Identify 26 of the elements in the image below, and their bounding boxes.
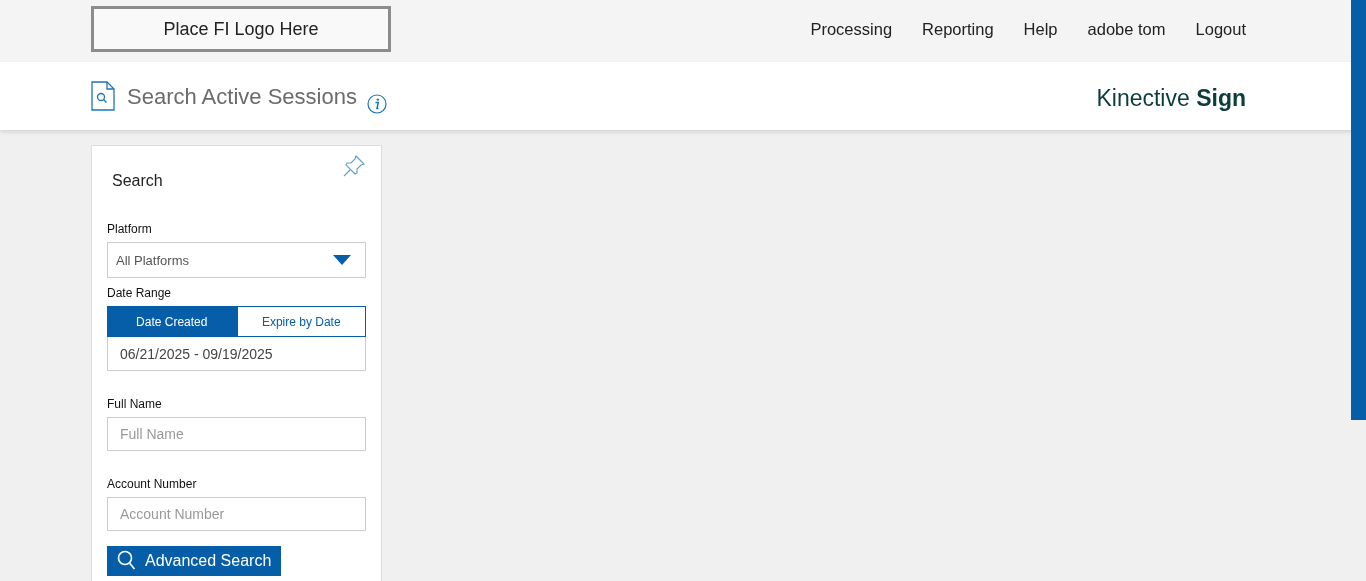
page-title: Search Active Sessions bbox=[127, 84, 357, 110]
brand-name: Kinective Sign bbox=[1096, 84, 1246, 112]
account-number-field[interactable]: Account Number bbox=[107, 497, 366, 531]
logo: Place FI Logo Here bbox=[91, 6, 391, 52]
field-label: Platform bbox=[107, 222, 153, 236]
info-icon[interactable] bbox=[366, 94, 387, 114]
nav-link[interactable]: Logout bbox=[1195, 19, 1246, 39]
nav-link[interactable]: Help bbox=[1023, 19, 1058, 39]
nav-link[interactable]: Processing bbox=[810, 19, 893, 39]
scrollbar[interactable] bbox=[1351, 0, 1366, 420]
full-name-field[interactable]: Full Name bbox=[107, 417, 366, 451]
pin-icon[interactable] bbox=[342, 154, 366, 178]
advanced-search-button[interactable]: Advanced Search bbox=[107, 546, 282, 576]
date-tab[interactable]: Date Created bbox=[107, 306, 237, 337]
platform-dropdown[interactable]: All Platforms bbox=[107, 242, 366, 278]
document-search-icon bbox=[91, 81, 115, 111]
panel-title: Search bbox=[112, 172, 163, 190]
caret-icon bbox=[333, 255, 351, 265]
date-tab[interactable]: Expire by Date bbox=[236, 306, 366, 337]
field-label: Date Range bbox=[107, 286, 173, 300]
field-label: Account Number bbox=[107, 477, 198, 491]
date-range-field[interactable]: 06/21/2025 - 09/19/2025 bbox=[107, 337, 366, 371]
nav-link[interactable]: adobe tom bbox=[1087, 19, 1166, 39]
nav-link[interactable]: Reporting bbox=[922, 19, 994, 39]
search-icon bbox=[117, 550, 137, 572]
field-label: Full Name bbox=[107, 397, 163, 411]
